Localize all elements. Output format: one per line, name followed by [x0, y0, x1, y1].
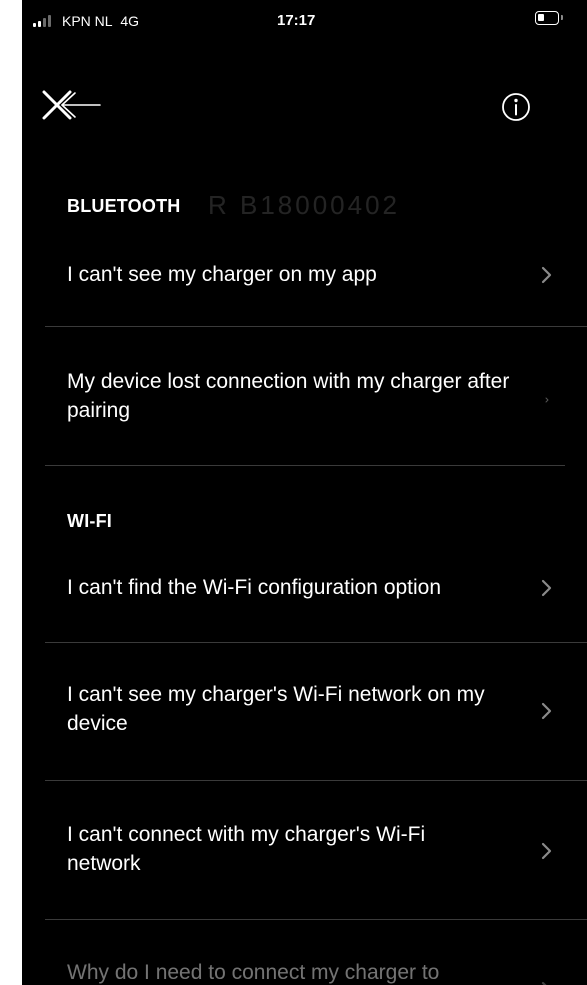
app-screen: KPN NL 4G 17:17 R B18000402 BLUETOOTH I …: [22, 0, 587, 985]
divider: [45, 780, 587, 781]
list-item[interactable]: I can't see my charger's Wi-Fi network o…: [22, 680, 587, 740]
chevron-right-icon: [541, 842, 552, 860]
close-back-button[interactable]: [42, 88, 106, 124]
divider: [45, 326, 587, 327]
list-item[interactable]: I can't connect with my charger's Wi-Fi …: [22, 820, 587, 880]
background-watermark-text: R B18000402: [208, 190, 401, 220]
close-back-arrow-icon: [42, 90, 101, 120]
info-button[interactable]: [500, 91, 532, 123]
list-item[interactable]: I can't see my charger on my app: [22, 260, 587, 290]
divider: [45, 465, 565, 466]
battery-icon: [535, 11, 563, 25]
list-item[interactable]: Why do I need to connect my charger to: [22, 958, 587, 985]
list-item-label: My device lost connection with my charge…: [67, 370, 510, 422]
list-item[interactable]: I can't find the Wi-Fi configuration opt…: [22, 573, 587, 603]
list-item-label: I can't connect with my charger's Wi-Fi …: [67, 823, 426, 875]
chevron-right-icon: [541, 266, 552, 284]
divider: [45, 919, 587, 920]
section-title-bluetooth: BLUETOOTH: [67, 196, 181, 216]
list-item-label: I can't see my charger's Wi-Fi network o…: [67, 683, 485, 735]
list-item-label: Why do I need to connect my charger to: [67, 961, 440, 984]
network-type: 4G: [120, 13, 140, 29]
divider: [45, 642, 587, 643]
status-bar: KPN NL 4G 17:17: [22, 0, 587, 40]
cellular-signal-icon: [33, 15, 51, 27]
list-item[interactable]: My device lost connection with my charge…: [22, 367, 587, 427]
chevron-right-icon: [541, 579, 552, 597]
info-icon: [502, 93, 530, 121]
chevron-right-icon: [541, 702, 552, 720]
carrier-name: KPN NL: [62, 13, 113, 29]
chevron-right-icon: [545, 397, 549, 403]
section-title-wifi: WI-FI: [67, 511, 112, 531]
list-item-label: I can't find the Wi-Fi configuration opt…: [67, 576, 442, 599]
status-time: 17:17: [277, 12, 316, 29]
chevron-right-icon: [541, 981, 547, 985]
carrier-label: KPN NL 4G: [62, 13, 139, 29]
list-item-label: I can't see my charger on my app: [67, 263, 377, 286]
